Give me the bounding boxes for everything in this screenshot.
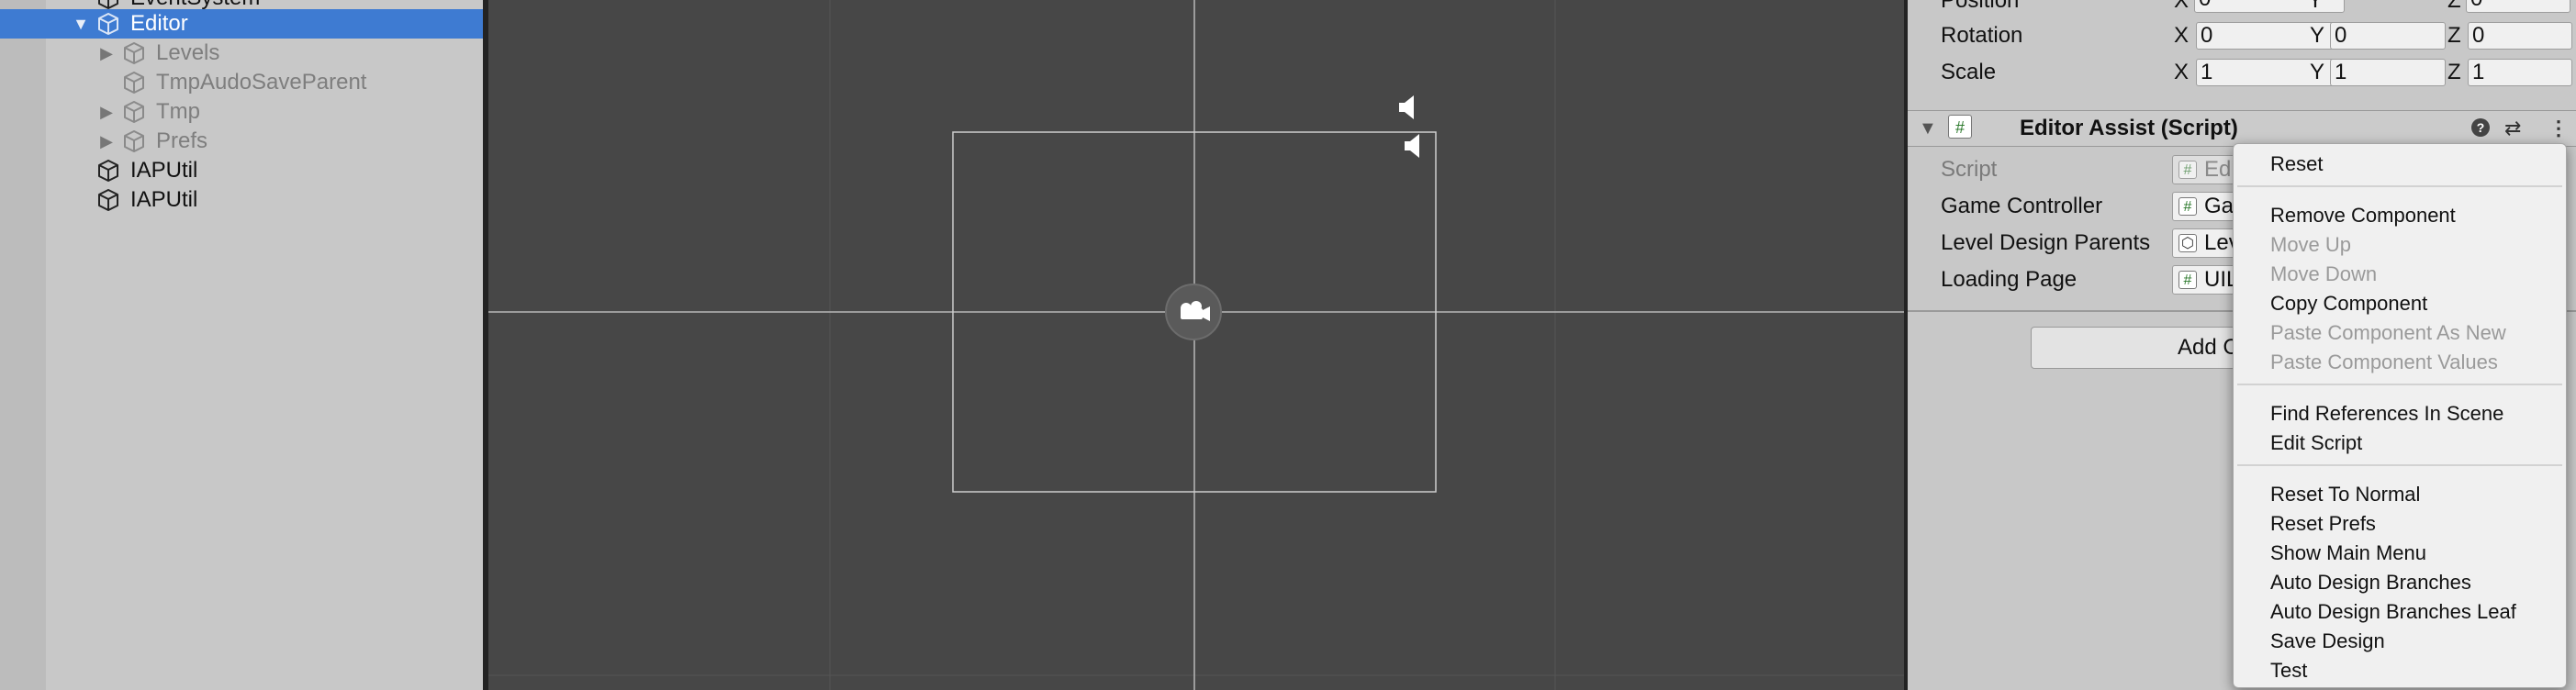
- hierarchy-item[interactable]: ▶ Prefs: [0, 127, 483, 156]
- gameobject-cube-icon: [124, 101, 144, 123]
- hierarchy-item[interactable]: IAPUtil: [0, 156, 483, 185]
- script-icon: #: [2178, 161, 2197, 179]
- menu-separator: [2237, 185, 2562, 187]
- script-icon: #: [2178, 197, 2197, 216]
- script-icon: #: [1948, 115, 1972, 139]
- hierarchy-item[interactable]: ▶ Levels: [0, 39, 483, 68]
- gameobject-cube-icon: [124, 72, 144, 94]
- axis-x-label: X: [2174, 0, 2190, 13]
- object-reference-value: Edi: [2204, 157, 2236, 182]
- gameobject-cube-icon: ⬡: [2178, 234, 2197, 252]
- menu-item[interactable]: Test: [2270, 656, 2307, 685]
- expanded-arrow-icon[interactable]: ▼: [72, 9, 90, 39]
- field-label: Level Design Parents: [1941, 230, 2151, 255]
- camera-gizmo-icon: [1165, 284, 1222, 340]
- gameobject-cube-icon: [124, 42, 144, 64]
- menu-item[interactable]: Show Main Menu: [2270, 539, 2426, 568]
- axis-x-label: X: [2174, 23, 2190, 48]
- hierarchy-item-label: IAPUtil: [130, 187, 198, 212]
- position-z-field[interactable]: 0: [2466, 0, 2570, 13]
- component-context-menu: Reset Remove Component Move Up Move Down Cop…: [2233, 143, 2567, 688]
- menu-item[interactable]: Remove Component: [2270, 201, 2456, 230]
- axis-y-label: Y: [2308, 0, 2324, 13]
- field-label: Game Controller: [1941, 194, 2103, 218]
- menu-item[interactable]: Copy Component: [2270, 289, 2427, 318]
- rotation-y-field[interactable]: 0: [2330, 22, 2446, 50]
- hierarchy-item[interactable]: IAPUtil: [0, 185, 483, 215]
- scale-label: Scale: [1941, 60, 1997, 84]
- axis-z-label: Z: [2447, 23, 2461, 48]
- axis-z-label: Z: [2447, 60, 2461, 84]
- script-icon: #: [2178, 271, 2197, 289]
- hierarchy-item-label: Editor: [130, 11, 188, 36]
- axis-z-label: Z: [2447, 0, 2461, 13]
- rotation-label: Rotation: [1941, 23, 2023, 48]
- scene-canvas[interactable]: [488, 0, 1904, 690]
- menu-item[interactable]: Auto Design Branches: [2270, 568, 2471, 597]
- foldout-arrow-icon[interactable]: ▼: [1919, 115, 1937, 142]
- collapsed-arrow-icon[interactable]: ▶: [97, 39, 116, 68]
- collapsed-arrow-icon[interactable]: ▶: [97, 127, 116, 156]
- position-label: Position: [1941, 0, 2020, 13]
- menu-item[interactable]: Reset: [2270, 150, 2323, 179]
- hierarchy-item-label: Levels: [156, 40, 220, 65]
- menu-item: Move Down: [2270, 262, 2378, 285]
- menu-separator: [2237, 464, 2562, 466]
- hierarchy-item-label: TmpAudoSaveParent: [156, 70, 367, 95]
- hierarchy-item[interactable]: TmpAudoSaveParent: [0, 68, 483, 97]
- gameobject-cube-icon: [98, 189, 118, 211]
- axis-y-label: Y: [2310, 23, 2325, 48]
- gameobject-cube-icon: [124, 130, 144, 152]
- kebab-menu-icon[interactable]: ⋮: [2548, 115, 2569, 142]
- axis-x-label: X: [2174, 60, 2190, 84]
- object-reference-value: Ga: [2204, 194, 2234, 218]
- gameobject-cube-icon: [98, 160, 118, 182]
- component-title: Editor Assist (Script): [2020, 116, 2238, 140]
- scene-axes: [488, 0, 1904, 690]
- preset-icon[interactable]: ⇄: [2504, 115, 2521, 142]
- hierarchy-item-label: Tmp: [156, 99, 200, 124]
- menu-item[interactable]: Reset Prefs: [2270, 509, 2376, 539]
- menu-item: Paste Component As New: [2270, 321, 2506, 344]
- menu-item: Paste Component Values: [2270, 351, 2498, 373]
- menu-item[interactable]: Auto Design Branches Leaf: [2270, 597, 2516, 627]
- menu-item[interactable]: Reset To Normal: [2270, 480, 2420, 509]
- component-header[interactable]: ▼ # Editor Assist (Script) ? ⇄ ⋮: [1908, 110, 2576, 147]
- audio-source-icon: [1399, 95, 1414, 119]
- gameobject-cube-icon: [98, 13, 118, 35]
- hierarchy-item-label: Prefs: [156, 128, 208, 153]
- audio-source-icon: [1405, 134, 1419, 158]
- menu-separator: [2237, 384, 2562, 385]
- field-label: Loading Page: [1941, 267, 2078, 292]
- help-icon[interactable]: ?: [2471, 118, 2490, 137]
- scene-view[interactable]: [488, 0, 1904, 690]
- menu-item[interactable]: Edit Script: [2270, 428, 2362, 458]
- rotation-z-field[interactable]: 0: [2468, 22, 2572, 50]
- field-label: Script: [1941, 157, 1998, 182]
- scale-y-field[interactable]: 1: [2330, 59, 2446, 86]
- collapsed-arrow-icon[interactable]: ▶: [97, 97, 116, 127]
- menu-item[interactable]: Save Design: [2270, 627, 2385, 656]
- scene-grid: [488, 0, 1904, 690]
- hierarchy-panel: EventSystem▼Editor▶LevelsTmpAudoSavePare…: [0, 0, 488, 690]
- hierarchy-item-label: IAPUtil: [130, 158, 198, 183]
- menu-item: Move Up: [2270, 233, 2352, 256]
- hierarchy-item[interactable]: ▶ Tmp: [0, 97, 483, 127]
- axis-y-label: Y: [2310, 60, 2325, 84]
- hierarchy-item[interactable]: ▼ Editor: [0, 9, 483, 39]
- inspector-divider[interactable]: [1904, 0, 1908, 690]
- menu-item[interactable]: Find References In Scene: [2270, 399, 2503, 428]
- scale-z-field[interactable]: 1: [2468, 59, 2572, 86]
